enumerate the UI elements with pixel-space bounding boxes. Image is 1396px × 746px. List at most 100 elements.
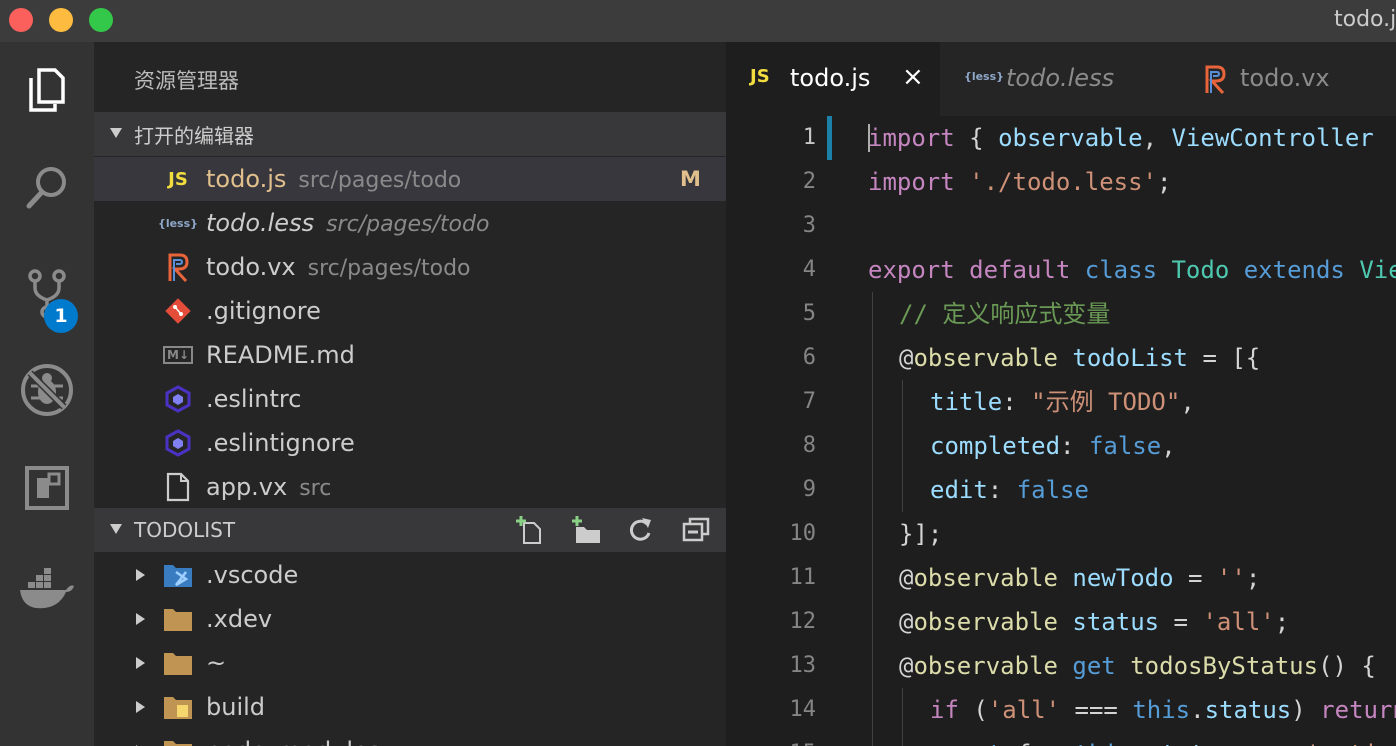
open-editor-item[interactable]: {less} todo.less src/pages/todo bbox=[94, 201, 726, 245]
code-token: title bbox=[930, 388, 1003, 416]
open-editor-item[interactable]: .eslintrc bbox=[94, 377, 726, 421]
code-token: false bbox=[1016, 476, 1089, 504]
code-token: : bbox=[1002, 388, 1032, 416]
code-token: = bbox=[1159, 608, 1203, 636]
source-control-badge: 1 bbox=[44, 299, 78, 333]
code-line[interactable]: completed: false, bbox=[930, 424, 1176, 468]
open-editor-item[interactable]: .gitignore bbox=[94, 289, 726, 333]
open-editor-item[interactable]: app.vx src bbox=[94, 465, 726, 509]
code-line[interactable]: // 定义响应式变量 bbox=[899, 292, 1110, 336]
close-window-button[interactable] bbox=[9, 8, 33, 32]
code-token: if bbox=[930, 696, 959, 724]
code-token: status bbox=[1204, 696, 1292, 724]
code-token: import bbox=[868, 124, 955, 152]
tree-folder-item[interactable]: node_modules bbox=[94, 729, 726, 746]
tab-todo-less[interactable]: {less} todo.less bbox=[942, 42, 1174, 116]
code-line[interactable]: title: "示例 TODO", bbox=[930, 380, 1195, 424]
code-line[interactable]: edit: false bbox=[930, 468, 1089, 512]
new-folder-icon[interactable] bbox=[570, 514, 602, 546]
code-line[interactable]: import './todo.less'; bbox=[868, 160, 1171, 204]
activity-debug[interactable] bbox=[0, 348, 94, 436]
activity-source-control[interactable]: 1 bbox=[0, 252, 94, 340]
code-token: todoList bbox=[1072, 344, 1188, 372]
chevron-right-icon bbox=[136, 613, 145, 625]
code-token: observable bbox=[913, 608, 1058, 636]
folder-name: .xdev bbox=[206, 605, 273, 633]
code-line[interactable]: @observable newTodo = ''; bbox=[899, 556, 1260, 600]
folder-icon bbox=[160, 605, 196, 633]
minimize-window-button[interactable] bbox=[49, 8, 73, 32]
file-name: .gitignore bbox=[206, 297, 321, 325]
open-editor-item[interactable]: M↓ README.md bbox=[94, 333, 726, 377]
zoom-window-button[interactable] bbox=[89, 8, 113, 32]
code-line[interactable]: @observable status = 'all'; bbox=[899, 600, 1289, 644]
file-path: src bbox=[299, 476, 332, 501]
code-line[interactable]: @observable todoList = [{ bbox=[899, 336, 1260, 380]
code-token: '' bbox=[1216, 564, 1246, 592]
refresh-icon[interactable] bbox=[624, 514, 656, 546]
open-editor-item[interactable]: JS todo.js src/pages/todo M bbox=[94, 157, 726, 201]
code-token: { bbox=[954, 124, 999, 152]
code-line[interactable]: @observable get todosByStatus() { bbox=[899, 644, 1376, 688]
open-editor-item[interactable]: .eslintignore bbox=[94, 421, 726, 465]
tree-folder-item[interactable]: ~ bbox=[94, 641, 726, 685]
activity-bar: 1 bbox=[0, 42, 94, 746]
tree-folder-item[interactable]: .vscode bbox=[94, 553, 726, 597]
explorer-icon bbox=[25, 66, 69, 118]
markdown-file-icon: M↓ bbox=[160, 341, 196, 369]
code-line[interactable]: export default class Todo extends ViewCo… bbox=[868, 248, 1396, 292]
close-tab-icon[interactable]: × bbox=[902, 62, 924, 92]
activity-explorer[interactable] bbox=[0, 48, 94, 136]
docker-icon bbox=[18, 568, 76, 616]
new-file-icon[interactable] bbox=[514, 514, 546, 546]
code-token: f = bbox=[1002, 740, 1074, 746]
line-number: 1 bbox=[802, 125, 816, 150]
code-token: @ bbox=[899, 652, 914, 680]
tree-folder-item[interactable]: build bbox=[94, 685, 726, 729]
line-number: 7 bbox=[802, 389, 816, 414]
file-name: todo.js bbox=[206, 165, 287, 193]
code-token: status bbox=[1072, 608, 1160, 636]
code-line[interactable]: }]; bbox=[899, 512, 942, 556]
code-token: this bbox=[1132, 696, 1191, 724]
file-name: .eslintignore bbox=[206, 429, 355, 457]
eslint-file-icon bbox=[160, 385, 196, 413]
code-line[interactable]: if ('all' === this.status) return bbox=[930, 688, 1396, 732]
code-line[interactable]: import { observable, ViewController bbox=[868, 116, 1374, 160]
git-file-icon bbox=[160, 297, 196, 325]
code-token: : bbox=[987, 476, 1017, 504]
activity-extensions[interactable] bbox=[0, 446, 94, 534]
tab-todo-vx[interactable]: todo.vx bbox=[1176, 42, 1396, 116]
activity-docker[interactable] bbox=[0, 548, 94, 636]
collapse-all-icon[interactable] bbox=[680, 514, 712, 546]
code-token: = bbox=[1173, 564, 1217, 592]
folder-name: .vscode bbox=[206, 561, 299, 589]
open-editors-header[interactable]: 打开的编辑器 bbox=[94, 112, 726, 156]
code-editor[interactable]: 1 import { observable, ViewController 2 imp… bbox=[726, 116, 1396, 746]
code-token: Todo bbox=[1171, 256, 1230, 284]
open-editor-item[interactable]: todo.vx src/pages/todo bbox=[94, 245, 726, 289]
code-token: , bbox=[1161, 432, 1176, 460]
code-token: todosByStatus bbox=[1130, 652, 1319, 680]
project-header[interactable]: TODOLIST bbox=[94, 508, 726, 552]
code-token: return bbox=[1320, 696, 1396, 724]
activity-search[interactable] bbox=[0, 146, 94, 234]
sidebar-title: 资源管理器 bbox=[134, 69, 239, 93]
editor-tab-bar: JS todo.js × {less} todo.less todo.vx bbox=[726, 42, 1396, 116]
code-token: default bbox=[969, 256, 1071, 284]
file-path: src/pages/todo bbox=[326, 212, 490, 237]
window-title: todo.js bbox=[1334, 7, 1396, 32]
tab-todo-js[interactable]: JS todo.js × bbox=[726, 42, 940, 116]
tree-folder-item[interactable]: .xdev bbox=[94, 597, 726, 641]
file-name: todo.less bbox=[206, 209, 315, 237]
code-token: // 定义响应式变量 bbox=[899, 300, 1111, 328]
line-number: 6 bbox=[802, 345, 816, 370]
line-number: 12 bbox=[789, 609, 817, 634]
code-token: ; bbox=[1245, 564, 1261, 592]
code-line[interactable]: const f = this.status === 'active' bbox=[930, 732, 1396, 746]
modified-line-indicator bbox=[827, 116, 832, 160]
line-number: 8 bbox=[802, 433, 816, 458]
